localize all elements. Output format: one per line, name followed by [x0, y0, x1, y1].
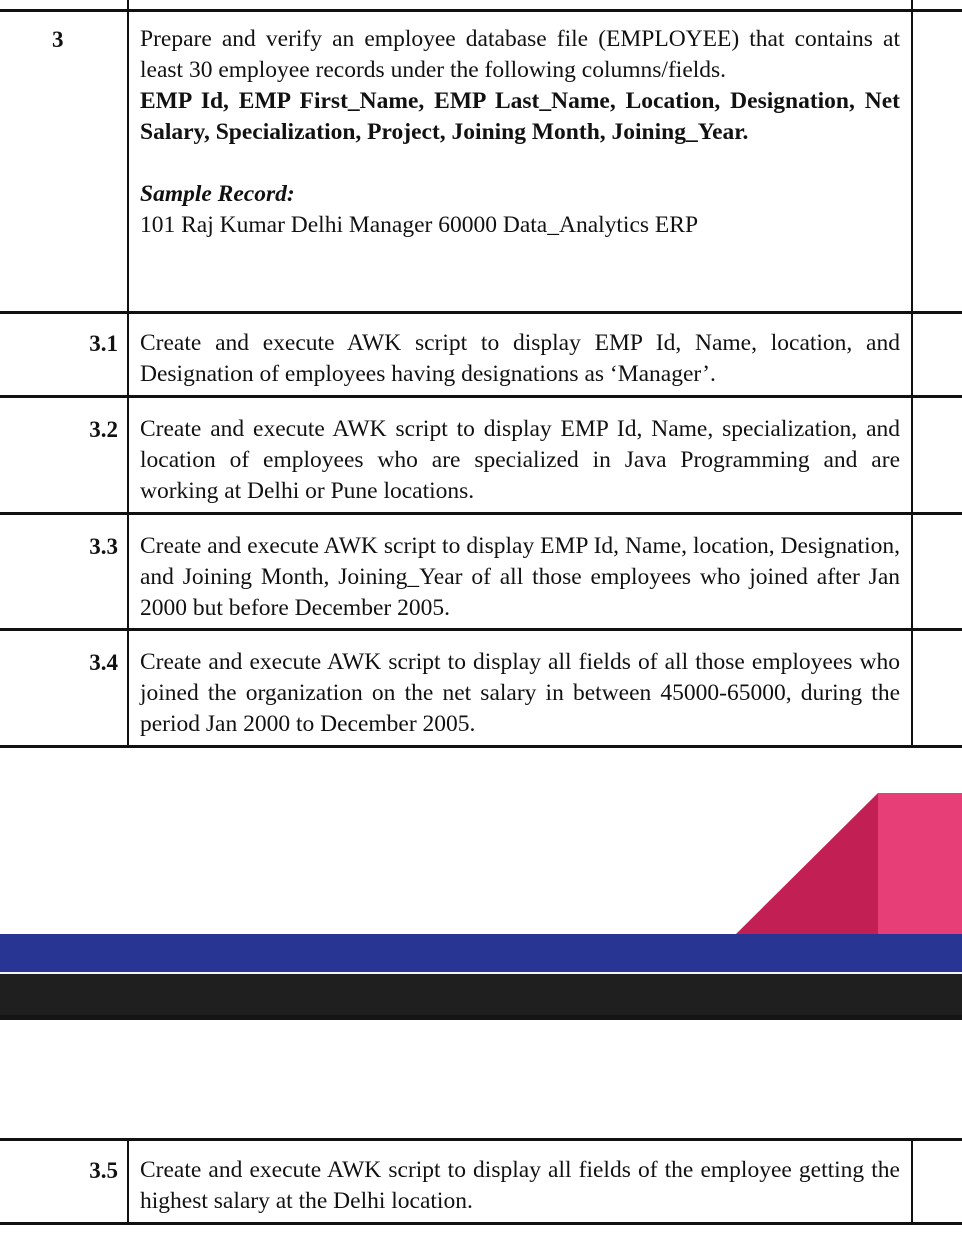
column-divider — [911, 515, 913, 631]
row-number: 3.3 — [89, 534, 118, 559]
row-number: 3.1 — [89, 331, 118, 356]
row-description: Create and execute AWK script to display… — [140, 533, 900, 621]
row-description: Create and execute AWK script to display… — [140, 330, 900, 387]
table-row-3: 3 Prepare and verify an employee databas… — [0, 9, 962, 313]
row-number: 3.4 — [89, 650, 118, 675]
table-row-3-5: 3.5 Create and execute AWK script to dis… — [0, 1138, 962, 1225]
deco-block — [878, 793, 962, 934]
table-row-3-1: 3.1 Create and execute AWK script to dis… — [0, 311, 962, 397]
column-divider — [911, 314, 913, 397]
row-description: Create and execute AWK script to display… — [140, 416, 900, 504]
decorative-corner-graphic — [736, 793, 962, 934]
row-description: Prepare and verify an employee database … — [140, 24, 900, 241]
row-description: Create and execute AWK script to display… — [140, 649, 900, 737]
column-divider — [911, 1141, 913, 1222]
table-row-3-2: 3.2 Create and execute AWK script to dis… — [0, 395, 962, 515]
row-number: 3.5 — [89, 1158, 118, 1183]
column-divider — [127, 515, 129, 631]
table-row-3-4: 3.4 Create and execute AWK script to dis… — [0, 628, 962, 748]
column-divider — [127, 12, 129, 313]
header-band-dark — [0, 974, 962, 1017]
table-row-3-3: 3.3 Create and execute AWK script to dis… — [0, 512, 962, 631]
column-divider — [911, 398, 913, 515]
column-divider — [127, 1141, 129, 1222]
row-number: 3 — [52, 27, 64, 52]
column-divider — [127, 398, 129, 515]
footer-band-blue — [0, 934, 962, 972]
sample-record-label: Sample Record: — [140, 181, 295, 207]
column-divider — [911, 631, 913, 745]
sample-record-value: 101 Raj Kumar Delhi Manager 60000 Data_A… — [140, 212, 699, 238]
field-list: EMP Id, EMP First_Name, EMP Last_Name, L… — [140, 88, 900, 145]
column-divider — [127, 314, 129, 397]
column-divider — [911, 12, 913, 313]
deco-triangle — [736, 793, 878, 934]
header-band-dark-edge — [0, 1015, 962, 1020]
row-description: Create and execute AWK script to display… — [140, 1157, 900, 1214]
task-intro: Prepare and verify an employee database … — [140, 26, 900, 83]
row-number: 3.2 — [89, 417, 118, 442]
column-divider — [127, 631, 129, 745]
